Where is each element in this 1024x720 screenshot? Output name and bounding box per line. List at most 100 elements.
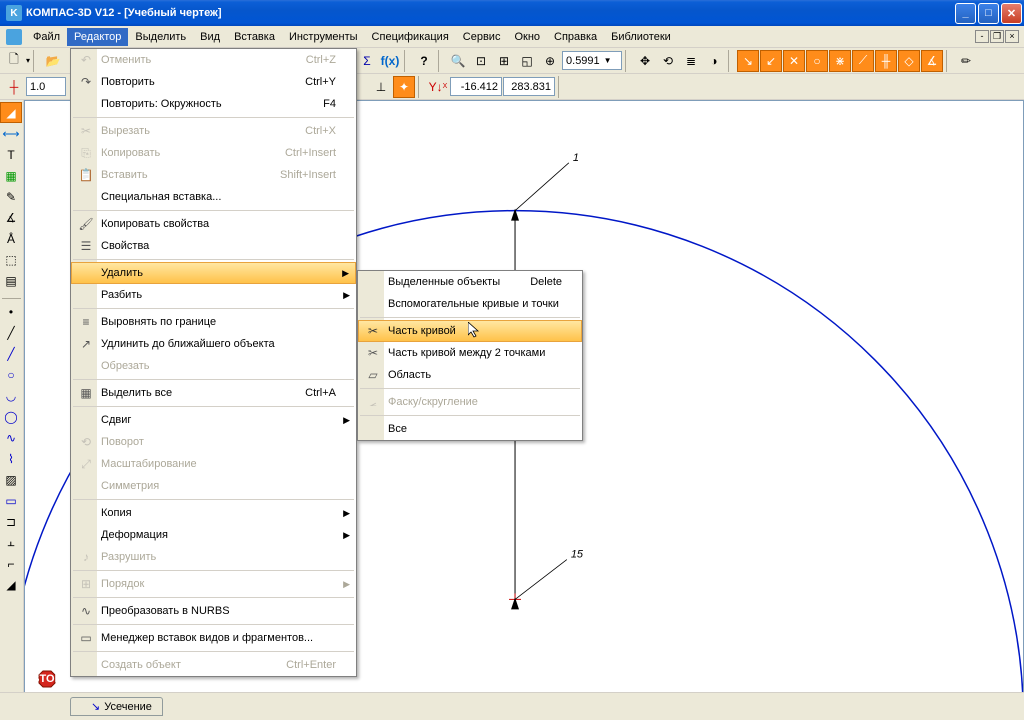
minimize-button[interactable]: _	[955, 3, 976, 24]
zoom-prev-button[interactable]: ⊞	[493, 50, 515, 72]
stop-icon[interactable]: STOP	[38, 670, 56, 688]
menu-item[interactable]: Вспомогательные кривые и точки	[358, 293, 582, 315]
menu-view[interactable]: Вид	[193, 28, 227, 46]
tool-spline[interactable]: ∿	[0, 427, 22, 448]
tool-text[interactable]: Т	[0, 144, 22, 165]
tool-collect[interactable]: ⊐	[0, 511, 22, 532]
menu-help[interactable]: Справка	[547, 28, 604, 46]
tool-select[interactable]: ⬚	[0, 249, 22, 270]
menu-file[interactable]: Файл	[26, 28, 67, 46]
snap-4-button[interactable]: ○	[806, 50, 828, 72]
rotate-button[interactable]: ⟲	[657, 50, 679, 72]
menu-item-label: Поворот	[97, 436, 336, 448]
menu-editor[interactable]: Редактор	[67, 28, 128, 46]
tool-line[interactable]: ╱	[0, 343, 22, 364]
snap-6-button[interactable]: ⟋	[852, 50, 874, 72]
menu-window[interactable]: Окно	[507, 28, 547, 46]
menu-item[interactable]: ↷ПовторитьCtrl+Y	[71, 71, 356, 93]
tool-bezier[interactable]: ⌇	[0, 448, 22, 469]
tool-point[interactable]: •	[0, 301, 22, 322]
rebuild-button[interactable]: ≣	[680, 50, 702, 72]
magnet-button[interactable]: ✏	[955, 50, 977, 72]
tool-spec[interactable]: ▤	[0, 270, 22, 291]
snap-2-button[interactable]: ↙	[760, 50, 782, 72]
menu-item[interactable]: Удалить▶	[71, 262, 356, 284]
tool-edit[interactable]: ✎	[0, 186, 22, 207]
menu-item[interactable]: Выделенные объектыDelete	[358, 271, 582, 293]
menu-item[interactable]: Повторить: ОкружностьF4	[71, 93, 356, 115]
snap-8-button[interactable]: ◇	[898, 50, 920, 72]
menu-item[interactable]: Все	[358, 418, 582, 440]
menu-libs[interactable]: Библиотеки	[604, 28, 678, 46]
expr-button[interactable]: Σ	[356, 50, 378, 72]
menu-tools[interactable]: Инструменты	[282, 28, 365, 46]
ortho-button[interactable]: ✦	[393, 76, 415, 98]
menu-item[interactable]: Сдвиг▶	[71, 409, 356, 431]
menu-item-label: Часть кривой между 2 точками	[384, 347, 562, 359]
menu-service[interactable]: Сервис	[456, 28, 508, 46]
menu-item[interactable]: Копия▶	[71, 502, 356, 524]
menu-spec[interactable]: Спецификация	[365, 28, 456, 46]
tool-schem[interactable]: ▦	[0, 165, 22, 186]
menu-insert[interactable]: Вставка	[227, 28, 282, 46]
step-button[interactable]: ⊥	[370, 76, 392, 98]
axis-button[interactable]: ┼	[3, 76, 25, 98]
new-doc-button[interactable]: 🗋	[3, 50, 25, 72]
func-button[interactable]: f(x)	[379, 50, 401, 72]
pan-button[interactable]: ✥	[634, 50, 656, 72]
menu-item[interactable]: ↗Удлинить до ближайшего объекта	[71, 333, 356, 355]
coord-x-input[interactable]	[450, 77, 502, 96]
zoom-value-dropdown[interactable]: 0.5991▼	[562, 51, 622, 70]
tool-rect[interactable]: ▭	[0, 490, 22, 511]
menu-item[interactable]: ∿Преобразовать в NURBS	[71, 600, 356, 622]
zoom-in-button[interactable]: 🔍	[447, 50, 469, 72]
maximize-button[interactable]: □	[978, 3, 999, 24]
snap-5-button[interactable]: ⋇	[829, 50, 851, 72]
tool-hatch[interactable]: ▨	[0, 469, 22, 490]
tool-aux[interactable]: ╱	[0, 322, 22, 343]
menu-item[interactable]: ✂Часть кривой	[358, 320, 582, 342]
tool-dims[interactable]: ⟷	[0, 123, 22, 144]
mdi-close[interactable]: ×	[1005, 30, 1019, 43]
menu-item[interactable]: ▭Менеджер вставок видов и фрагментов...	[71, 627, 356, 649]
help-button[interactable]: ?	[413, 50, 435, 72]
open-button[interactable]: 📂	[42, 50, 64, 72]
status-tab[interactable]: ↘ Усечение	[70, 697, 163, 716]
tool-ellipse[interactable]: ◯	[0, 406, 22, 427]
zoom-all-button[interactable]: ⊕	[539, 50, 561, 72]
snap-9-button[interactable]: ∡	[921, 50, 943, 72]
zoom-window-button[interactable]: ⊡	[470, 50, 492, 72]
menu-item[interactable]: ▱Область	[358, 364, 582, 386]
snap-7-button[interactable]: ╫	[875, 50, 897, 72]
tool-equid[interactable]: ⫠	[0, 532, 22, 553]
scale-input[interactable]	[26, 77, 66, 96]
coord-mode-button[interactable]: Y↓X	[427, 76, 449, 98]
menu-item[interactable]: ≡Выровнять по границе	[71, 311, 356, 333]
mdi-doc-icon[interactable]	[6, 29, 22, 45]
tool-measure[interactable]: Å	[0, 228, 22, 249]
tool-circle[interactable]: ○	[0, 364, 22, 385]
menu-item[interactable]: 🖌Копировать свойства	[71, 213, 356, 235]
menu-item[interactable]: Специальная вставка...	[71, 186, 356, 208]
snap-3-button[interactable]: ✕	[783, 50, 805, 72]
snap-1-button[interactable]: ↘	[737, 50, 759, 72]
tool-arc[interactable]: ◡	[0, 385, 22, 406]
menu-item[interactable]: ▦Выделить всеCtrl+A	[71, 382, 356, 404]
refresh-button[interactable]: ◑	[703, 50, 725, 72]
tool-geometry[interactable]: ◢	[0, 102, 22, 123]
menu-item[interactable]: Разбить▶	[71, 284, 356, 306]
menu-select[interactable]: Выделить	[128, 28, 193, 46]
close-button[interactable]: ✕	[1001, 3, 1022, 24]
tool-chamfer[interactable]: ◢	[0, 574, 22, 595]
mdi-restore[interactable]: ❐	[990, 30, 1004, 43]
mdi-min[interactable]: -	[975, 30, 989, 43]
menu-item[interactable]: ✂Часть кривой между 2 точками	[358, 342, 582, 364]
zoom-fit-button[interactable]: ◱	[516, 50, 538, 72]
tool-param[interactable]: ∡	[0, 207, 22, 228]
title-bar: K КОМПАС-3D V12 - [Учебный чертеж] _ □ ✕	[0, 0, 1024, 26]
tool-fillet[interactable]: ⌐	[0, 553, 22, 574]
menu-item[interactable]: ☰Свойства	[71, 235, 356, 257]
menu-item[interactable]: Деформация▶	[71, 524, 356, 546]
coord-y-input[interactable]	[503, 77, 555, 96]
menu-item-icon: ▭	[75, 631, 97, 645]
